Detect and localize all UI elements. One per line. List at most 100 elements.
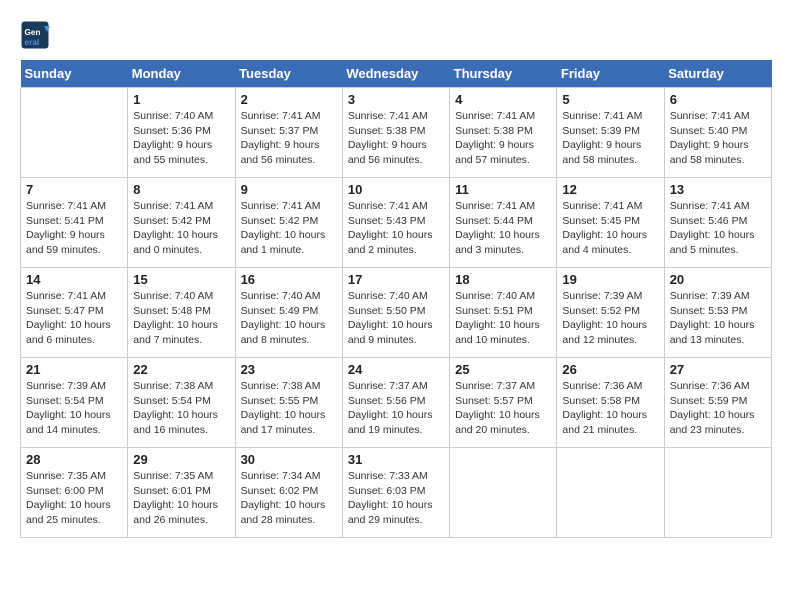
day-info: Sunrise: 7:38 AMSunset: 5:54 PMDaylight:… <box>133 379 229 438</box>
calendar-weekday-sunday: Sunday <box>21 60 128 88</box>
day-info: Sunrise: 7:41 AMSunset: 5:37 PMDaylight:… <box>241 109 337 168</box>
day-info: Sunrise: 7:41 AMSunset: 5:42 PMDaylight:… <box>241 199 337 258</box>
day-info: Sunrise: 7:40 AMSunset: 5:48 PMDaylight:… <box>133 289 229 348</box>
calendar-cell: 1 Sunrise: 7:40 AMSunset: 5:36 PMDaylight… <box>128 88 235 178</box>
calendar-weekday-tuesday: Tuesday <box>235 60 342 88</box>
logo: Gen eral <box>20 20 54 50</box>
day-number: 17 <box>348 272 444 287</box>
calendar-cell: 29 Sunrise: 7:35 AMSunset: 6:01 PMDayligh… <box>128 448 235 538</box>
svg-text:Gen: Gen <box>25 28 41 37</box>
calendar-cell: 3 Sunrise: 7:41 AMSunset: 5:38 PMDaylight… <box>342 88 449 178</box>
day-info: Sunrise: 7:41 AMSunset: 5:40 PMDaylight:… <box>670 109 766 168</box>
day-info: Sunrise: 7:41 AMSunset: 5:39 PMDaylight:… <box>562 109 658 168</box>
calendar-cell: 12 Sunrise: 7:41 AMSunset: 5:45 PMDayligh… <box>557 178 664 268</box>
day-info: Sunrise: 7:41 AMSunset: 5:41 PMDaylight:… <box>26 199 122 258</box>
calendar-cell: 11 Sunrise: 7:41 AMSunset: 5:44 PMDayligh… <box>450 178 557 268</box>
day-info: Sunrise: 7:41 AMSunset: 5:46 PMDaylight:… <box>670 199 766 258</box>
day-info: Sunrise: 7:39 AMSunset: 5:54 PMDaylight:… <box>26 379 122 438</box>
calendar-cell: 13 Sunrise: 7:41 AMSunset: 5:46 PMDayligh… <box>664 178 771 268</box>
day-info: Sunrise: 7:36 AMSunset: 5:58 PMDaylight:… <box>562 379 658 438</box>
day-info: Sunrise: 7:40 AMSunset: 5:36 PMDaylight:… <box>133 109 229 168</box>
calendar-cell: 25Sunrise: 7:37 AMSunset: 5:57 PMDayligh… <box>450 358 557 448</box>
day-number: 21 <box>26 362 122 377</box>
day-number: 1 <box>133 92 229 107</box>
day-info: Sunrise: 7:34 AMSunset: 6:02 PMDaylight:… <box>241 469 337 528</box>
day-info: Sunrise: 7:39 AMSunset: 5:53 PMDaylight:… <box>670 289 766 348</box>
day-number: 15 <box>133 272 229 287</box>
calendar-week-row: 28Sunrise: 7:35 AMSunset: 6:00 PMDayligh… <box>21 448 772 538</box>
day-number: 10 <box>348 182 444 197</box>
calendar-cell: 7 Sunrise: 7:41 AMSunset: 5:41 PMDaylight… <box>21 178 128 268</box>
day-number: 29 <box>133 452 229 467</box>
day-number: 12 <box>562 182 658 197</box>
day-number: 7 <box>26 182 122 197</box>
calendar-cell: 15 Sunrise: 7:40 AMSunset: 5:48 PMDayligh… <box>128 268 235 358</box>
day-info: Sunrise: 7:41 AMSunset: 5:38 PMDaylight:… <box>348 109 444 168</box>
day-number: 23 <box>241 362 337 377</box>
calendar-cell: 21 Sunrise: 7:39 AMSunset: 5:54 PMDayligh… <box>21 358 128 448</box>
day-info: Sunrise: 7:40 AMSunset: 5:51 PMDaylight:… <box>455 289 551 348</box>
calendar-weekday-friday: Friday <box>557 60 664 88</box>
day-number: 3 <box>348 92 444 107</box>
calendar-cell: 31Sunrise: 7:33 AMSunset: 6:03 PMDayligh… <box>342 448 449 538</box>
calendar-cell: 28Sunrise: 7:35 AMSunset: 6:00 PMDayligh… <box>21 448 128 538</box>
calendar-weekday-saturday: Saturday <box>664 60 771 88</box>
calendar-cell: 8 Sunrise: 7:41 AMSunset: 5:42 PMDaylight… <box>128 178 235 268</box>
day-number: 6 <box>670 92 766 107</box>
day-number: 5 <box>562 92 658 107</box>
logo-icon: Gen eral <box>20 20 50 50</box>
calendar-header-row: SundayMondayTuesdayWednesdayThursdayFrid… <box>21 60 772 88</box>
day-info: Sunrise: 7:38 AMSunset: 5:55 PMDaylight:… <box>241 379 337 438</box>
day-number: 4 <box>455 92 551 107</box>
calendar-cell: 9 Sunrise: 7:41 AMSunset: 5:42 PMDaylight… <box>235 178 342 268</box>
calendar-cell <box>21 88 128 178</box>
day-info: Sunrise: 7:41 AMSunset: 5:38 PMDaylight:… <box>455 109 551 168</box>
day-number: 26 <box>562 362 658 377</box>
day-info: Sunrise: 7:35 AMSunset: 6:01 PMDaylight:… <box>133 469 229 528</box>
calendar-cell <box>450 448 557 538</box>
day-number: 11 <box>455 182 551 197</box>
day-number: 30 <box>241 452 337 467</box>
day-number: 18 <box>455 272 551 287</box>
calendar-table: SundayMondayTuesdayWednesdayThursdayFrid… <box>20 60 772 538</box>
day-number: 8 <box>133 182 229 197</box>
day-number: 27 <box>670 362 766 377</box>
day-info: Sunrise: 7:40 AMSunset: 5:50 PMDaylight:… <box>348 289 444 348</box>
day-info: Sunrise: 7:41 AMSunset: 5:47 PMDaylight:… <box>26 289 122 348</box>
day-number: 9 <box>241 182 337 197</box>
day-number: 13 <box>670 182 766 197</box>
day-info: Sunrise: 7:39 AMSunset: 5:52 PMDaylight:… <box>562 289 658 348</box>
day-number: 2 <box>241 92 337 107</box>
calendar-cell: 2 Sunrise: 7:41 AMSunset: 5:37 PMDaylight… <box>235 88 342 178</box>
day-info: Sunrise: 7:41 AMSunset: 5:44 PMDaylight:… <box>455 199 551 258</box>
day-info: Sunrise: 7:40 AMSunset: 5:49 PMDaylight:… <box>241 289 337 348</box>
calendar-week-row: 1 Sunrise: 7:40 AMSunset: 5:36 PMDaylight… <box>21 88 772 178</box>
calendar-cell <box>664 448 771 538</box>
calendar-cell: 26 Sunrise: 7:36 AMSunset: 5:58 PMDayligh… <box>557 358 664 448</box>
calendar-cell: 24Sunrise: 7:37 AMSunset: 5:56 PMDayligh… <box>342 358 449 448</box>
day-info: Sunrise: 7:33 AMSunset: 6:03 PMDaylight:… <box>348 469 444 528</box>
day-number: 19 <box>562 272 658 287</box>
day-number: 20 <box>670 272 766 287</box>
day-info: Sunrise: 7:35 AMSunset: 6:00 PMDaylight:… <box>26 469 122 528</box>
page-header: Gen eral <box>20 20 772 50</box>
svg-text:eral: eral <box>25 38 40 47</box>
day-info: Sunrise: 7:37 AMSunset: 5:56 PMDaylight:… <box>348 379 444 438</box>
calendar-cell: 14Sunrise: 7:41 AMSunset: 5:47 PMDayligh… <box>21 268 128 358</box>
calendar-cell: 6 Sunrise: 7:41 AMSunset: 5:40 PMDaylight… <box>664 88 771 178</box>
calendar-week-row: 14Sunrise: 7:41 AMSunset: 5:47 PMDayligh… <box>21 268 772 358</box>
calendar-week-row: 7 Sunrise: 7:41 AMSunset: 5:41 PMDaylight… <box>21 178 772 268</box>
calendar-cell: 4 Sunrise: 7:41 AMSunset: 5:38 PMDaylight… <box>450 88 557 178</box>
day-number: 25 <box>455 362 551 377</box>
calendar-cell: 18 Sunrise: 7:40 AMSunset: 5:51 PMDayligh… <box>450 268 557 358</box>
day-info: Sunrise: 7:41 AMSunset: 5:42 PMDaylight:… <box>133 199 229 258</box>
calendar-cell: 19 Sunrise: 7:39 AMSunset: 5:52 PMDayligh… <box>557 268 664 358</box>
day-number: 22 <box>133 362 229 377</box>
day-number: 16 <box>241 272 337 287</box>
calendar-weekday-monday: Monday <box>128 60 235 88</box>
day-info: Sunrise: 7:41 AMSunset: 5:45 PMDaylight:… <box>562 199 658 258</box>
calendar-weekday-thursday: Thursday <box>450 60 557 88</box>
calendar-cell: 5 Sunrise: 7:41 AMSunset: 5:39 PMDaylight… <box>557 88 664 178</box>
day-info: Sunrise: 7:36 AMSunset: 5:59 PMDaylight:… <box>670 379 766 438</box>
calendar-cell <box>557 448 664 538</box>
